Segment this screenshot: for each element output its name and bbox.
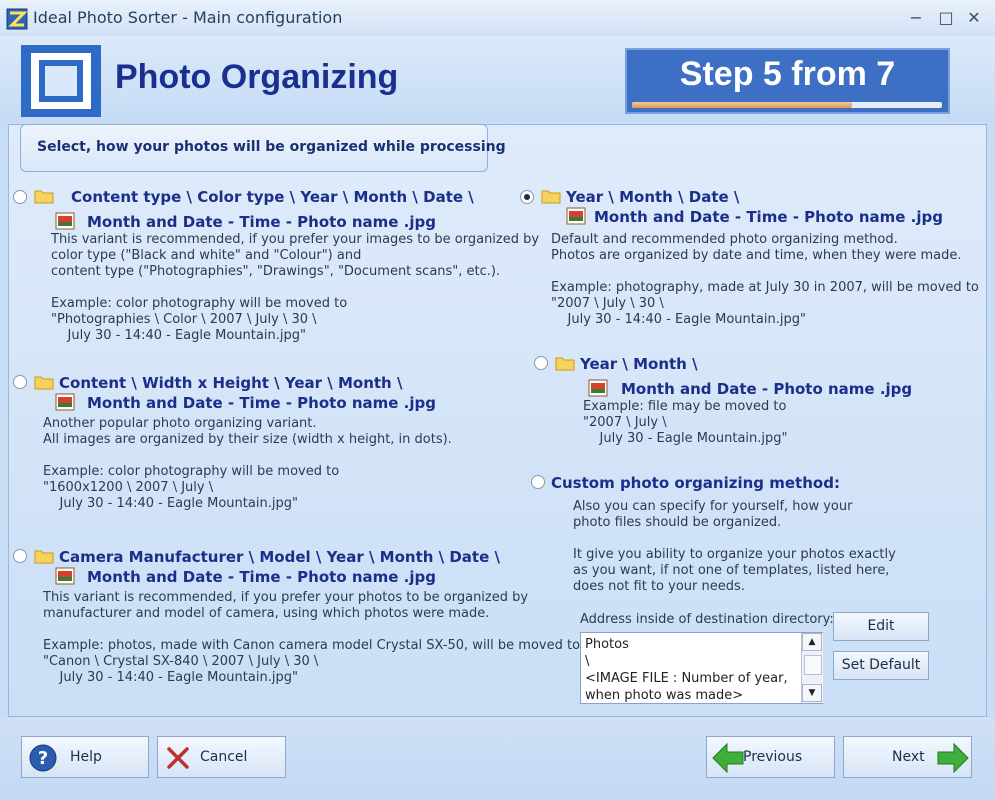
option-file-camera: Month and Date - Time - Photo name .jpg — [87, 568, 436, 586]
option-file-year-month: Month and Date - Photo name .jpg — [621, 380, 913, 398]
address-scrollbar[interactable]: ▲ ▼ — [801, 633, 823, 703]
address-value[interactable]: Photos \ <IMAGE FILE : Number of year, w… — [585, 636, 797, 702]
radio-year-month[interactable] — [534, 356, 548, 370]
image-file-icon — [55, 567, 75, 585]
image-file-icon — [588, 379, 608, 397]
option-desc-year-month: Example: file may be moved to "2007 \ Ju… — [583, 399, 788, 446]
next-button[interactable]: Next — [843, 736, 972, 778]
window-title: Ideal Photo Sorter - Main configuration — [33, 8, 343, 27]
radio-camera[interactable] — [13, 549, 27, 563]
image-file-icon — [566, 207, 586, 225]
close-button[interactable]: ✕ — [961, 6, 987, 30]
logo-icon — [21, 45, 101, 117]
step-indicator: Step 5 from 7 — [625, 48, 950, 114]
page-title: Photo Organizing — [115, 58, 399, 96]
scroll-up-icon[interactable]: ▲ — [802, 633, 822, 651]
next-label: Next — [892, 749, 925, 765]
right-arrow-icon — [937, 742, 969, 774]
option-desc-camera: This variant is recommended, if you pref… — [43, 590, 581, 685]
folder-icon — [34, 190, 54, 204]
scroll-down-icon[interactable]: ▼ — [802, 684, 822, 702]
image-file-icon — [55, 393, 75, 411]
set-default-button[interactable]: Set Default — [833, 651, 929, 680]
left-arrow-icon — [712, 742, 744, 774]
previous-button[interactable]: Previous — [706, 736, 835, 778]
option-path-camera[interactable]: Camera Manufacturer \ Model \ Year \ Mon… — [59, 548, 500, 566]
step-progress-bar — [632, 102, 942, 108]
title-bar: Ideal Photo Sorter - Main configuration … — [0, 0, 995, 37]
option-desc-custom: Also you can specify for yourself, how y… — [573, 499, 896, 594]
previous-label: Previous — [743, 749, 803, 765]
help-button[interactable]: ? Help — [21, 736, 149, 778]
image-file-icon — [55, 212, 75, 230]
option-path-content-size[interactable]: Content \ Width x Height \ Year \ Month … — [59, 374, 402, 392]
option-file-content-size: Month and Date - Time - Photo name .jpg — [87, 394, 436, 412]
help-icon: ? — [29, 744, 57, 772]
radio-year-month-date[interactable] — [520, 190, 534, 204]
address-textarea[interactable]: Photos \ <IMAGE FILE : Number of year, w… — [580, 632, 823, 704]
option-path-year-month[interactable]: Year \ Month \ — [580, 355, 698, 373]
folder-icon — [555, 357, 575, 371]
option-label-custom[interactable]: Custom photo organizing method: — [551, 474, 840, 492]
cancel-button[interactable]: Cancel — [157, 736, 286, 778]
option-desc-year-month-date: Default and recommended photo organizing… — [551, 232, 979, 327]
subtitle-box: Select, how your photos will be organize… — [20, 124, 506, 172]
minimize-button[interactable]: − — [903, 6, 929, 30]
address-label: Address inside of destination directory: — [580, 612, 834, 627]
option-file-content-type: Month and Date - Time - Photo name .jpg — [87, 213, 436, 231]
folder-icon — [34, 376, 54, 390]
option-desc-content-type: This variant is recommended, if you pref… — [51, 232, 540, 343]
radio-content-type[interactable] — [13, 190, 27, 204]
option-path-content-type[interactable]: Content type \ Color type \ Year \ Month… — [71, 188, 474, 206]
cancel-label: Cancel — [200, 749, 248, 765]
cancel-icon — [167, 747, 189, 769]
app-icon — [6, 8, 28, 30]
step-progress-fill — [632, 102, 852, 108]
help-label: Help — [70, 749, 102, 765]
option-desc-content-size: Another popular photo organizing variant… — [43, 416, 452, 511]
scroll-thumb[interactable] — [804, 655, 822, 675]
folder-icon — [34, 550, 54, 564]
option-path-year-month-date[interactable]: Year \ Month \ Date \ — [566, 188, 739, 206]
maximize-button[interactable]: □ — [933, 6, 959, 30]
svg-text:?: ? — [38, 748, 48, 769]
option-file-year-month-date: Month and Date - Time - Photo name .jpg — [594, 208, 943, 226]
radio-content-size[interactable] — [13, 375, 27, 389]
radio-custom[interactable] — [531, 475, 545, 489]
edit-button[interactable]: Edit — [833, 612, 929, 641]
panel-subtitle: Select, how your photos will be organize… — [37, 139, 506, 155]
folder-icon — [541, 190, 561, 204]
step-label: Step 5 from 7 — [679, 55, 896, 93]
